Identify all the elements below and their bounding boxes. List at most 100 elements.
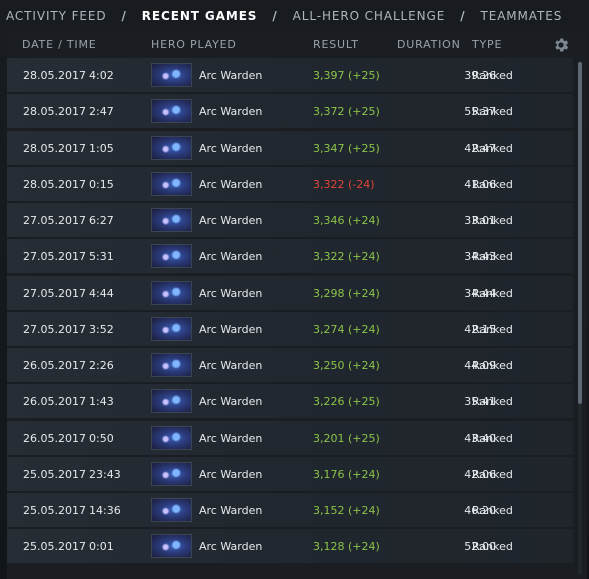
table-row[interactable]: 26.05.2017 1:43 Arc Warden 3,226 (+25) 35:41… — [7, 384, 573, 419]
match-type: Ranked — [472, 214, 513, 228]
game-date: 27.05.2017 — [23, 322, 86, 336]
column-header-result[interactable]: RESULT — [313, 38, 359, 51]
table-row[interactable]: 25.05.2017 0:01 Arc Warden 3,128 (+24) 52:00… — [7, 529, 573, 564]
hero-name: Arc Warden — [199, 286, 263, 300]
match-type: Ranked — [472, 467, 513, 481]
game-date: 28.05.2017 — [23, 69, 86, 82]
match-result: 3,397 (+25) — [313, 69, 380, 82]
table-header: DATE / TIME HERO PLAYED RESULT DURATION … — [7, 32, 587, 58]
game-date: 25.05.2017 — [23, 540, 86, 554]
column-header-date-time[interactable]: DATE / TIME — [22, 38, 97, 51]
hero-name: Arc Warden — [199, 431, 263, 445]
game-time: 2:47 — [89, 105, 114, 119]
table-row[interactable]: 27.05.2017 5:31 Arc Warden 3,322 (+24) 34:43… — [7, 239, 573, 274]
hero-name: Arc Warden — [199, 540, 263, 554]
hero-portrait-image[interactable] — [151, 208, 192, 233]
match-result: 3,346 (+24) — [313, 214, 380, 228]
tab-activity-feed[interactable]: ACTIVITY FEED — [6, 9, 106, 23]
nav-separator: / — [121, 9, 127, 23]
hero-portrait-image[interactable] — [151, 99, 192, 124]
game-date: 26.05.2017 — [23, 359, 86, 373]
match-type: Ranked — [472, 141, 513, 155]
match-type: Ranked — [472, 69, 513, 82]
table-row[interactable]: 25.05.2017 14:36 Arc Warden 3,152 (+24) 46:2… — [7, 493, 573, 528]
table-row[interactable]: 26.05.2017 0:50 Arc Warden 3,201 (+25) 43:40… — [7, 420, 573, 455]
game-time: 23:43 — [89, 467, 121, 481]
game-date: 25.05.2017 — [23, 504, 86, 518]
game-date: 28.05.2017 — [23, 141, 86, 155]
recent-games-panel: DATE / TIME HERO PLAYED RESULT DURATION … — [7, 32, 587, 579]
match-type: Ranked — [472, 322, 513, 336]
hero-name: Arc Warden — [199, 395, 263, 409]
hero-portrait-image[interactable] — [151, 534, 192, 559]
game-time: 2:26 — [89, 359, 114, 373]
game-date: 28.05.2017 — [23, 177, 86, 191]
match-result: 3,274 (+24) — [313, 322, 380, 336]
game-time: 0:15 — [89, 177, 114, 191]
game-date: 26.05.2017 — [23, 395, 86, 409]
match-type: Ranked — [472, 105, 513, 119]
match-type: Ranked — [472, 177, 513, 191]
match-result: 3,152 (+24) — [313, 504, 380, 518]
table-row[interactable]: 27.05.2017 3:52 Arc Warden 3,274 (+24) 42:15… — [7, 311, 573, 346]
profile-nav: ACTIVITY FEED / RECENT GAMES / ALL-HERO … — [0, 0, 589, 32]
gear-icon[interactable] — [552, 36, 570, 54]
table-row[interactable]: 27.05.2017 4:44 Arc Warden 3,298 (+24) 34:44… — [7, 275, 573, 310]
hero-name: Arc Warden — [199, 105, 263, 119]
hero-name: Arc Warden — [199, 359, 263, 373]
column-header-hero[interactable]: HERO PLAYED — [151, 38, 237, 51]
tab-teammates[interactable]: TEAMMATES — [480, 9, 562, 23]
hero-portrait-image[interactable] — [151, 425, 192, 450]
hero-portrait-image[interactable] — [151, 171, 192, 196]
table-row[interactable]: 28.05.2017 0:15 Arc Warden 3,322 (-24) 41:06… — [7, 166, 573, 201]
hero-portrait-image[interactable] — [151, 498, 192, 523]
game-time: 5:31 — [89, 250, 114, 264]
table-row[interactable]: 28.05.2017 1:05 Arc Warden 3,347 (+25) 42:47… — [7, 130, 573, 165]
game-time: 1:05 — [89, 141, 114, 155]
hero-name: Arc Warden — [199, 504, 263, 518]
tab-all-hero-challenge[interactable]: ALL-HERO CHALLENGE — [293, 9, 446, 23]
hero-portrait-image[interactable] — [151, 316, 192, 341]
match-type: Ranked — [472, 359, 513, 373]
match-result: 3,322 (-24) — [313, 177, 375, 191]
game-date: 27.05.2017 — [23, 250, 86, 264]
hero-portrait-image[interactable] — [151, 389, 192, 414]
table-row[interactable]: 25.05.2017 23:43 Arc Warden 3,176 (+24) 42:0… — [7, 456, 573, 491]
hero-portrait-image[interactable] — [151, 135, 192, 160]
game-time: 6:27 — [89, 214, 114, 228]
game-time: 3:52 — [89, 322, 114, 336]
hero-portrait-image[interactable] — [151, 63, 192, 87]
column-header-duration[interactable]: DURATION — [397, 38, 461, 51]
match-result: 3,128 (+24) — [313, 540, 380, 554]
table-row[interactable]: 28.05.2017 4:02 Arc Warden 3,397 (+25) 39:26… — [7, 58, 573, 92]
games-list: 28.05.2017 4:02 Arc Warden 3,397 (+25) 39:26… — [7, 58, 573, 566]
match-result: 3,250 (+24) — [313, 359, 380, 373]
match-result: 3,298 (+24) — [313, 286, 380, 300]
match-result: 3,347 (+25) — [313, 141, 380, 155]
hero-portrait-image[interactable] — [151, 280, 192, 305]
match-type: Ranked — [472, 395, 513, 409]
tab-recent-games[interactable]: RECENT GAMES — [142, 9, 258, 23]
table-row[interactable]: 28.05.2017 2:47 Arc Warden 3,372 (+25) 55:37… — [7, 94, 573, 129]
game-date: 25.05.2017 — [23, 467, 86, 481]
hero-name: Arc Warden — [199, 322, 263, 336]
game-time: 4:44 — [89, 286, 114, 300]
match-type: Ranked — [472, 431, 513, 445]
recent-games-screen: ACTIVITY FEED / RECENT GAMES / ALL-HERO … — [0, 0, 589, 579]
hero-name: Arc Warden — [199, 177, 263, 191]
hero-portrait-image[interactable] — [151, 353, 192, 378]
table-row[interactable]: 26.05.2017 2:26 Arc Warden 3,250 (+24) 44:09… — [7, 348, 573, 383]
match-type: Ranked — [472, 286, 513, 300]
game-date: 27.05.2017 — [23, 214, 86, 228]
hero-portrait-image[interactable] — [151, 461, 192, 486]
table-row[interactable]: 27.05.2017 6:27 Arc Warden 3,346 (+24) 33:01… — [7, 203, 573, 238]
hero-name: Arc Warden — [199, 250, 263, 264]
scrollbar-track[interactable] — [578, 62, 582, 574]
column-header-type[interactable]: TYPE — [472, 38, 502, 51]
game-time: 1:43 — [89, 395, 114, 409]
scrollbar-thumb[interactable] — [578, 62, 582, 404]
hero-portrait-image[interactable] — [151, 244, 192, 269]
hero-name: Arc Warden — [199, 141, 263, 155]
nav-separator: / — [272, 9, 278, 23]
match-type: Ranked — [472, 504, 513, 518]
